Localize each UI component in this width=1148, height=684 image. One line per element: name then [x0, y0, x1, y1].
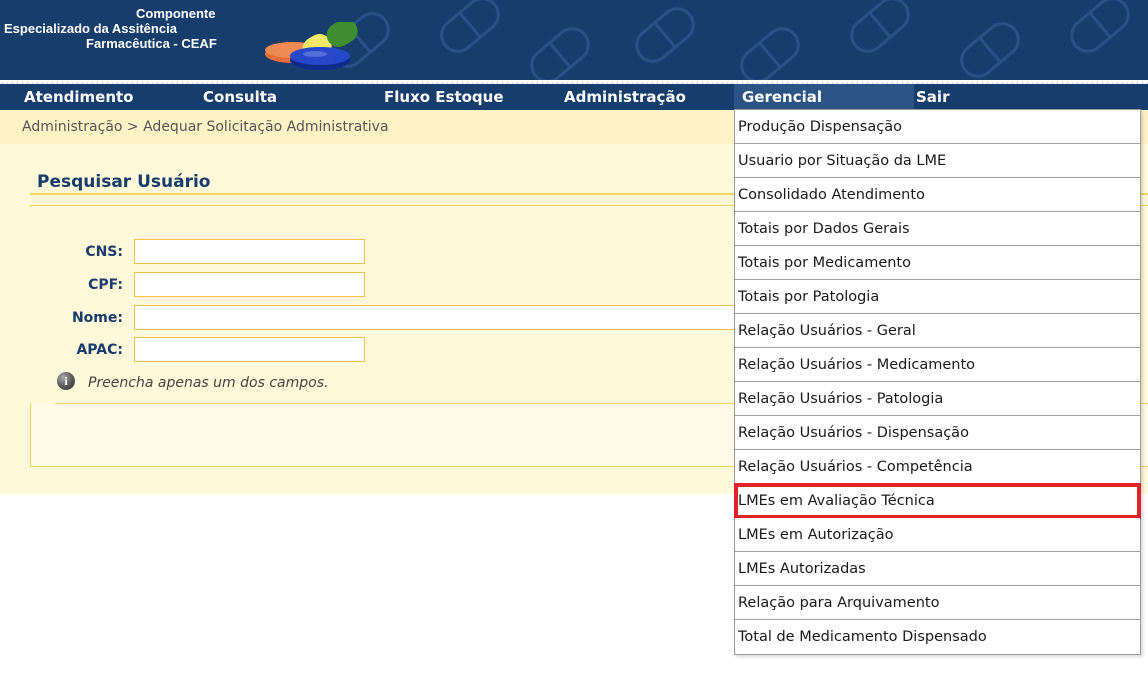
menu-item-total-medicamento-dispensado[interactable]: Total de Medicamento Dispensado: [735, 620, 1140, 654]
main-nav: Atendimento Consulta Fluxo Estoque Admin…: [0, 84, 1148, 110]
nav-administracao[interactable]: Administração: [564, 84, 686, 110]
hint-text: Preencha apenas um dos campos.: [88, 375, 329, 391]
nav-gerencial[interactable]: Gerencial: [734, 84, 914, 110]
menu-item-relacao-usuarios-patologia[interactable]: Relação Usuários - Patologia: [735, 382, 1140, 416]
nav-consulta[interactable]: Consulta: [203, 84, 277, 110]
page-title: Pesquisar Usuário: [37, 172, 211, 192]
apac-label: APAC:: [76, 342, 123, 358]
breadcrumb: Administração > Adequar Solicitação Admi…: [22, 119, 389, 135]
logo-text: Componente Especializado da Assitência F…: [4, 6, 254, 51]
nav-atendimento[interactable]: Atendimento: [24, 84, 133, 110]
site-header: Componente Especializado da Assitência F…: [0, 0, 1148, 80]
menu-item-relacao-usuarios-geral[interactable]: Relação Usuários - Geral: [735, 314, 1140, 348]
menu-item-lmes-autorizacao[interactable]: LMEs em Autorização: [735, 518, 1140, 552]
gerencial-dropdown-menu: Produção Dispensação Usuario por Situaçã…: [734, 109, 1141, 655]
nav-fluxo-estoque[interactable]: Fluxo Estoque: [384, 84, 504, 110]
menu-item-relacao-usuarios-dispensacao[interactable]: Relação Usuários - Dispensação: [735, 416, 1140, 450]
menu-item-producao-dispensacao[interactable]: Produção Dispensação: [735, 110, 1140, 144]
menu-item-consolidado-atendimento[interactable]: Consolidado Atendimento: [735, 178, 1140, 212]
menu-item-totais-medicamento[interactable]: Totais por Medicamento: [735, 246, 1140, 280]
apac-input[interactable]: [134, 337, 365, 362]
pills-logo-icon: [265, 22, 358, 70]
cns-label: CNS:: [85, 244, 123, 260]
menu-item-totais-patologia[interactable]: Totais por Patologia: [735, 280, 1140, 314]
cns-input[interactable]: [134, 239, 365, 264]
cpf-input[interactable]: [134, 272, 365, 297]
logo-line-2: Especializado da Assitência: [4, 21, 177, 36]
cpf-label: CPF:: [88, 277, 123, 293]
menu-item-usuario-situacao-lme[interactable]: Usuario por Situação da LME: [735, 144, 1140, 178]
info-icon: i: [57, 372, 75, 390]
logo-line-1: Componente: [136, 6, 216, 21]
nome-label: Nome:: [71, 310, 123, 326]
nav-sair[interactable]: Sair: [916, 84, 949, 110]
menu-item-relacao-usuarios-competencia[interactable]: Relação Usuários - Competência: [735, 450, 1140, 484]
menu-item-relacao-arquivamento[interactable]: Relação para Arquivamento: [735, 586, 1140, 620]
menu-item-lmes-avaliacao-tecnica[interactable]: LMEs em Avaliação Técnica: [734, 483, 1141, 519]
menu-item-relacao-usuarios-medicamento[interactable]: Relação Usuários - Medicamento: [735, 348, 1140, 382]
menu-item-totais-dados-gerais[interactable]: Totais por Dados Gerais: [735, 212, 1140, 246]
menu-item-lmes-autorizadas[interactable]: LMEs Autorizadas: [735, 552, 1140, 586]
logo-line-3: Farmacêutica - CEAF: [86, 36, 217, 51]
